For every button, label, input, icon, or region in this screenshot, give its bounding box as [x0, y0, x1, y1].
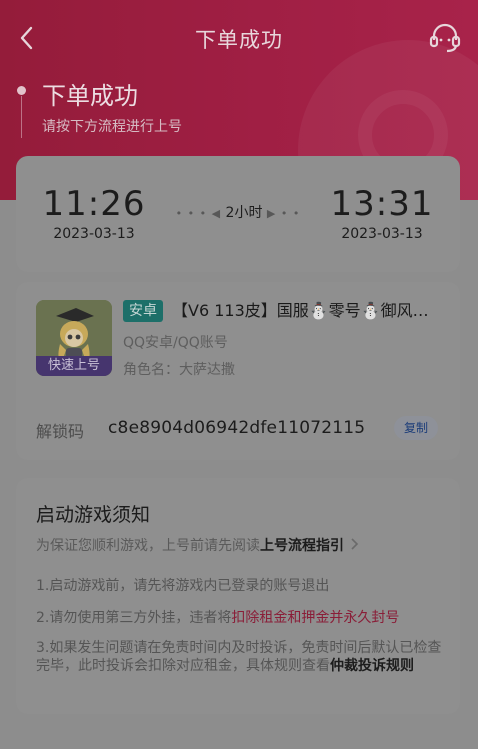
page-title: 下单成功 — [195, 28, 283, 52]
chevron-right-icon — [351, 538, 359, 550]
start-time-block: 11:26 2023-03-13 — [24, 184, 164, 242]
quick-login-badge: 快速上号 — [36, 356, 112, 376]
notice-subtitle: 为保证您顺利游戏，上号前请先阅读上号流程指引 — [36, 535, 360, 555]
duration-left-arrow-icon: • • • ◀ — [175, 207, 222, 220]
status-subtitle: 请按下方流程进行上号 — [42, 119, 182, 135]
role-name: 大萨达撒 — [179, 362, 235, 378]
status-step-dot — [17, 86, 26, 95]
notice-subtitle-text: 为保证您顺利游戏，上号前请先阅读 — [36, 538, 260, 554]
arbitration-rules-link[interactable]: 仲裁投诉规则 — [330, 658, 414, 674]
copy-button[interactable]: 复制 — [393, 416, 438, 440]
status-title: 下单成功 — [42, 82, 138, 110]
status-step-line — [21, 96, 22, 138]
end-time-block: 13:31 2023-03-13 — [312, 184, 452, 242]
account-type: QQ安卓/QQ账号 — [123, 335, 228, 351]
start-time: 11:26 — [42, 184, 146, 224]
platform-tag: 安卓 — [123, 300, 163, 322]
game-notice-card: 启动游戏须知 为保证您顺利游戏，上号前请先阅读上号流程指引 1.启动游戏前，请先… — [16, 478, 460, 714]
unlock-code-value: c8e8904d06942dfe11072115 — [108, 418, 366, 438]
nav-bar: 下单成功 — [0, 0, 478, 74]
notice-rule-3: 3.如果发生问题请在免责时间内及时投诉，免责时间后默认已检查完毕，此时投诉会扣除… — [36, 639, 444, 675]
end-date: 2023-03-13 — [341, 226, 423, 242]
role-label: 角色名： — [123, 362, 179, 378]
duration-label: 2小时 — [225, 205, 263, 221]
rental-time-card: 11:26 2023-03-13 • • • ◀ 2小时 ▶ • • 13:31… — [16, 156, 460, 272]
duration-right-arrow-icon: ▶ • • — [266, 207, 301, 220]
notice-title: 启动游戏须知 — [36, 504, 151, 526]
product-title[interactable]: 【V6 113皮】国服⛄零号⛄御风… — [172, 300, 444, 322]
rule-2-text: 2.请勿使用第三方外挂，违者将 — [36, 610, 232, 626]
notice-rule-2: 2.请勿使用第三方外挂，违者将扣除租金和押金并永久封号 — [36, 609, 444, 627]
start-date: 2023-03-13 — [53, 226, 135, 242]
login-guide-link[interactable]: 上号流程指引 — [260, 538, 344, 554]
order-info-card: 快速上号 安卓 【V6 113皮】国服⛄零号⛄御风… QQ安卓/QQ账号 角色名… — [16, 282, 460, 460]
notice-rule-1: 1.启动游戏前，请先将游戏内已登录的账号退出 — [36, 578, 330, 594]
game-thumbnail[interactable]: 快速上号 — [36, 300, 112, 376]
end-time: 13:31 — [330, 184, 434, 224]
unlock-code-label: 解锁码 — [36, 422, 85, 441]
rental-duration: • • • ◀ 2小时 ▶ • • — [166, 202, 310, 222]
headset-icon — [429, 23, 461, 53]
role-name-row: 角色名：大萨达撒 — [123, 359, 235, 379]
rule-2-warning: 扣除租金和押金并永久封号 — [231, 610, 400, 626]
customer-service-button[interactable] — [428, 20, 462, 54]
